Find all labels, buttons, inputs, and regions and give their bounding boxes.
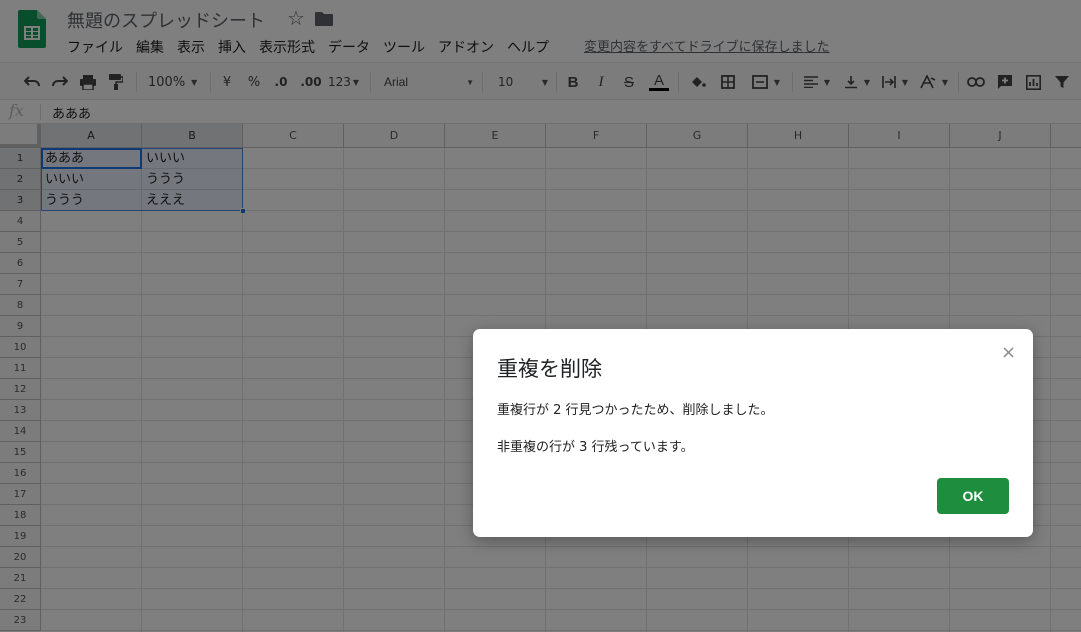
dialog-message-remaining: 非重複の行が 3 行残っています。: [497, 440, 694, 455]
close-icon[interactable]: ×: [1001, 342, 1016, 363]
sheets-app: 無題のスプレッドシート ☆ ファイル 編集 表示 挿入 表示形式 データ ツール…: [0, 0, 1081, 632]
modal-overlay: [0, 0, 1081, 632]
dialog-message-removed: 重複行が 2 行見つかったため、削除しました。: [497, 403, 774, 418]
ok-button[interactable]: OK: [937, 478, 1009, 514]
remove-duplicates-dialog: 重複を削除 × 重複行が 2 行見つかったため、削除しました。 非重複の行が 3…: [473, 329, 1033, 537]
dialog-title: 重複を削除: [497, 357, 602, 381]
